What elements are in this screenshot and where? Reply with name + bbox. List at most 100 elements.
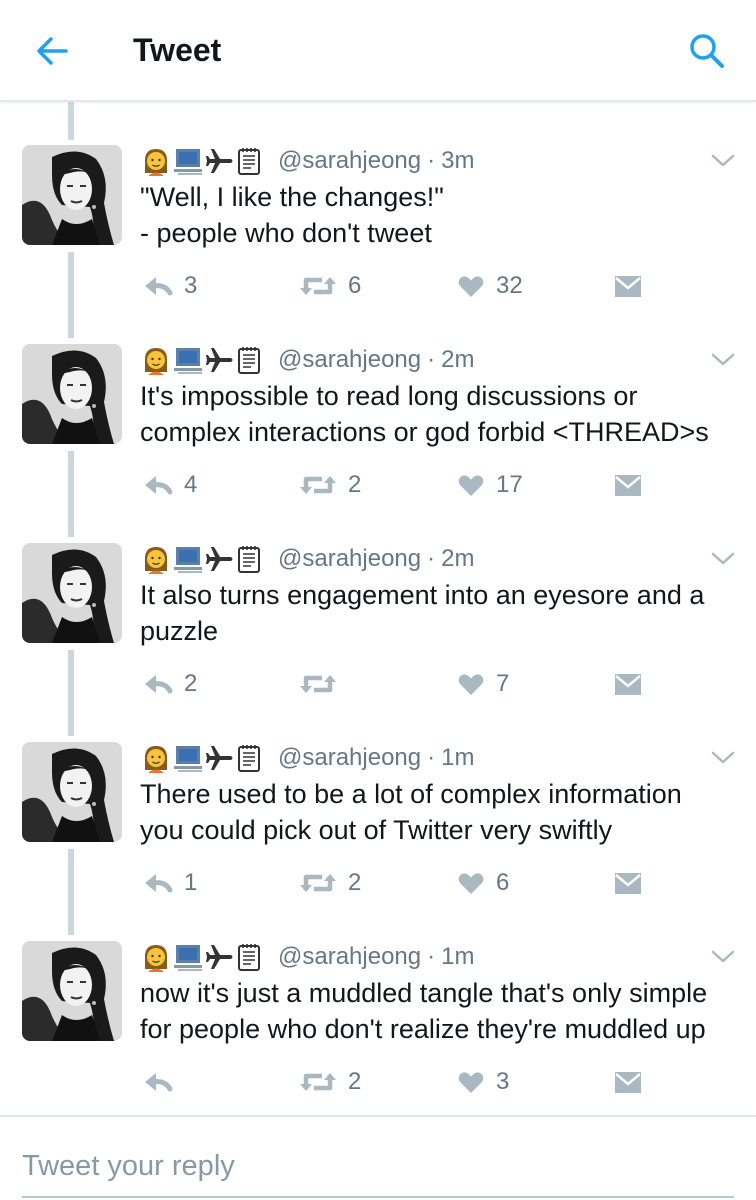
back-button[interactable] — [30, 28, 76, 74]
tweet-timestamp[interactable]: 1m — [441, 941, 474, 973]
airplane-emoji-icon — [206, 746, 233, 770]
tweet-text-line: complex interactions or god forbid <THRE… — [140, 417, 709, 447]
tweet-author-handle[interactable]: @sarahjeong — [278, 543, 421, 575]
avatar[interactable] — [22, 742, 122, 842]
avatar-photo — [22, 941, 122, 1041]
tweet-timestamp[interactable]: 1m — [441, 742, 474, 774]
avatar[interactable] — [22, 145, 122, 245]
chevron-down-icon — [711, 552, 735, 565]
tweet-author-handle[interactable]: @sarahjeong — [278, 742, 421, 774]
heart-icon — [458, 475, 484, 496]
tweet-header: @sarahjeong · 1m — [140, 742, 474, 774]
tweet[interactable]: @sarahjeong · 1m now it's just a muddled… — [0, 941, 756, 1140]
retweet-icon — [300, 1073, 336, 1091]
like-button[interactable]: 17 — [456, 470, 523, 500]
search-icon — [690, 34, 724, 68]
retweet-button[interactable]: 2 — [298, 470, 361, 500]
bio-emoji-group — [140, 145, 264, 177]
tweet-options-button[interactable] — [708, 348, 738, 372]
notepad-emoji-icon — [238, 148, 260, 175]
reply-icon — [145, 1073, 173, 1092]
top-app-bar: Tweet — [0, 0, 756, 102]
tweet-options-button[interactable] — [708, 945, 738, 969]
computer-emoji-icon — [174, 348, 202, 374]
tweet-author-handle[interactable]: @sarahjeong — [278, 344, 421, 376]
woman-emoji-icon — [144, 746, 168, 773]
tweet-text-line: puzzle — [140, 616, 219, 646]
like-button[interactable]: 6 — [456, 868, 509, 898]
airplane-emoji-icon — [206, 547, 233, 571]
direct-message-button[interactable] — [614, 1067, 642, 1097]
tweet-options-button[interactable] — [708, 149, 738, 173]
chevron-down-icon — [711, 751, 735, 764]
reply-button[interactable]: 2 — [140, 669, 197, 699]
avatar-photo — [22, 344, 122, 444]
woman-emoji-icon — [144, 348, 168, 375]
notepad-emoji-icon — [238, 347, 260, 374]
tweet[interactable]: @sarahjeong · 2m It's impossible to read… — [0, 344, 756, 543]
retweet-button[interactable]: 6 — [298, 271, 361, 301]
tweet[interactable]: @sarahjeong · 3m "Well, I like the chang… — [0, 145, 756, 344]
notepad-emoji-icon — [238, 745, 260, 772]
tweet-author-handle[interactable]: @sarahjeong — [278, 145, 421, 177]
notepad-emoji-icon — [238, 944, 260, 971]
direct-message-button[interactable] — [614, 271, 642, 301]
airplane-emoji-icon — [206, 945, 233, 969]
tweet[interactable]: @sarahjeong · 2m It also turns engagemen… — [0, 543, 756, 742]
composer-divider — [0, 1115, 756, 1117]
back-arrow-icon — [37, 37, 68, 65]
tweet-options-button[interactable] — [708, 547, 738, 571]
computer-emoji-icon — [174, 149, 202, 175]
like-button[interactable]: 7 — [456, 669, 509, 699]
reply-button[interactable]: 1 — [140, 868, 197, 898]
reply-button[interactable]: 4 — [140, 470, 197, 500]
woman-emoji-icon — [144, 547, 168, 574]
tweet-text-line: now it's just a muddled tangle that's on… — [140, 978, 708, 1008]
retweet-count: 6 — [348, 272, 362, 299]
tweet-options-button[interactable] — [708, 746, 738, 770]
avatar-photo — [22, 543, 122, 643]
avatar[interactable] — [22, 344, 122, 444]
tweet-timestamp[interactable]: 2m — [441, 344, 474, 376]
like-count: 6 — [496, 869, 510, 896]
retweet-button[interactable]: 2 — [298, 1067, 361, 1097]
search-button[interactable] — [684, 28, 730, 74]
direct-message-button[interactable] — [614, 868, 642, 898]
tweet-actions: 4 2 17 — [140, 470, 660, 500]
tweet[interactable]: @sarahjeong · 1m There used to be a lot … — [0, 742, 756, 941]
avatar[interactable] — [22, 543, 122, 643]
chevron-down-icon — [711, 353, 735, 366]
reply-input-placeholder: Tweet your reply — [22, 1150, 235, 1182]
chevron-down-icon — [711, 950, 735, 963]
reply-button[interactable]: 3 — [140, 271, 197, 301]
tweet-author-handle[interactable]: @sarahjeong — [278, 941, 421, 973]
reply-count: 3 — [184, 272, 198, 299]
separator-dot: · — [427, 147, 436, 174]
direct-message-button[interactable] — [614, 669, 642, 699]
tweet-timestamp[interactable]: 2m — [441, 543, 474, 575]
heart-icon — [458, 1072, 484, 1093]
like-button[interactable]: 3 — [456, 1067, 509, 1097]
reply-button[interactable] — [140, 1067, 184, 1097]
reply-icon — [145, 675, 173, 694]
tweet-text: "Well, I like the changes!" - people who… — [140, 179, 740, 251]
reply-input[interactable]: Tweet your reply — [22, 1146, 734, 1198]
thread-connector-line — [68, 100, 74, 140]
bio-emoji-group — [140, 543, 264, 575]
tweet-actions: 1 2 6 — [140, 868, 660, 898]
tweet-timestamp[interactable]: 3m — [441, 145, 474, 177]
retweet-button[interactable] — [298, 669, 348, 699]
direct-message-button[interactable] — [614, 470, 642, 500]
tweet-text-line: There used to be a lot of complex inform… — [140, 779, 682, 809]
notepad-emoji-icon — [238, 546, 260, 573]
retweet-icon — [300, 874, 336, 892]
tweet-text: There used to be a lot of complex inform… — [140, 776, 740, 848]
woman-emoji-icon — [144, 149, 168, 176]
envelope-icon — [615, 674, 641, 695]
like-button[interactable]: 32 — [456, 271, 523, 301]
tweet-text-line: - people who don't tweet — [140, 218, 432, 248]
reply-icon — [145, 277, 173, 296]
retweet-button[interactable]: 2 — [298, 868, 361, 898]
avatar[interactable] — [22, 941, 122, 1041]
tweet-header: @sarahjeong · 2m — [140, 543, 474, 575]
